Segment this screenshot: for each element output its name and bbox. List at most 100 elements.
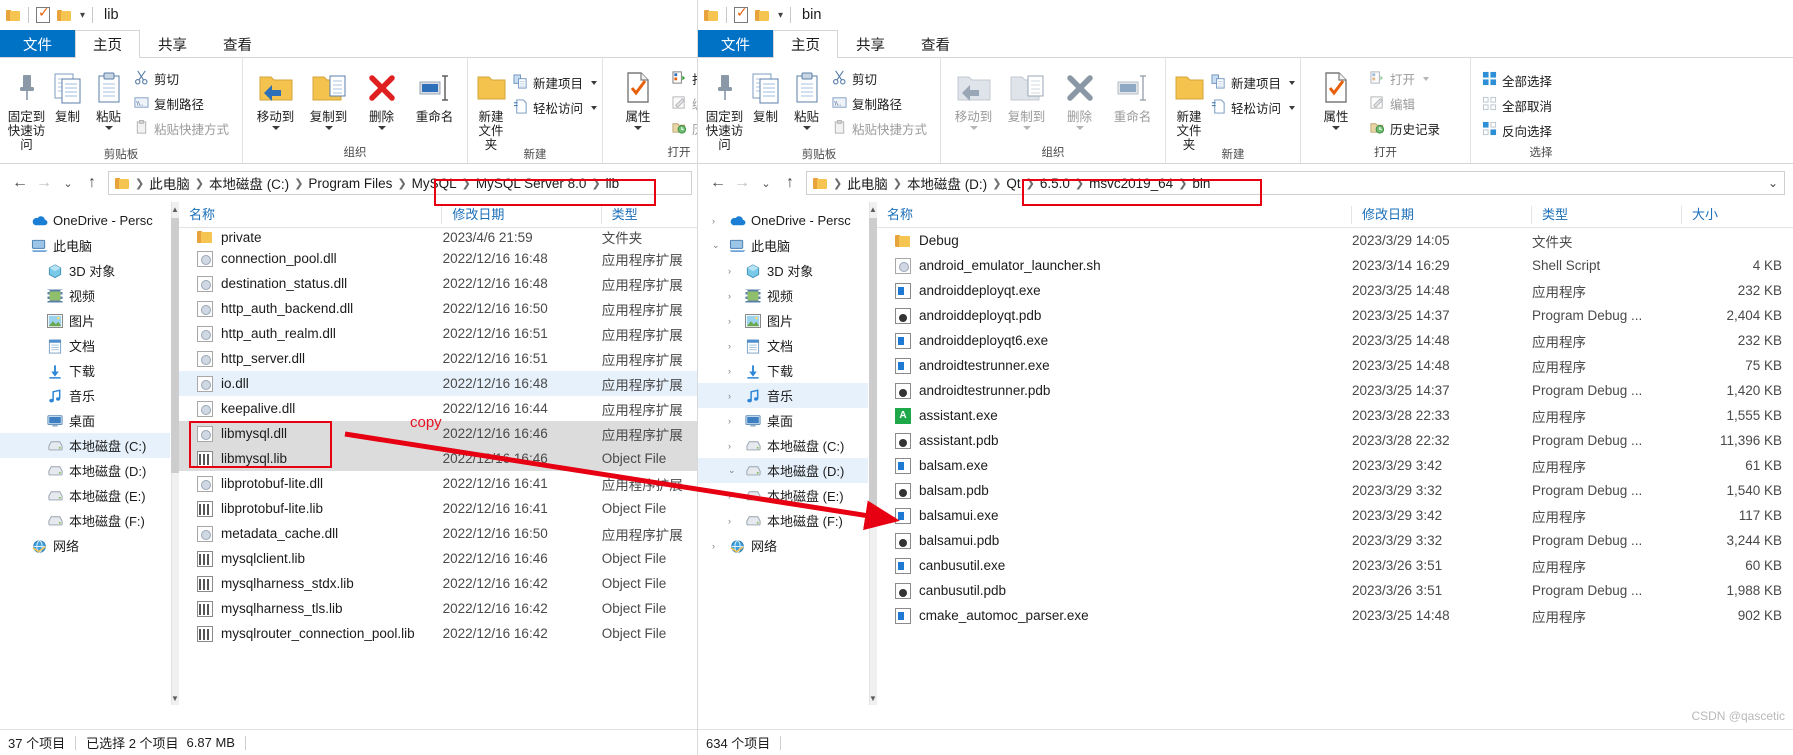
select-all-button[interactable]: 全部选择 <box>1479 68 1555 93</box>
new-folder-quick-icon[interactable] <box>755 9 770 22</box>
new-item-caret[interactable] <box>591 80 598 85</box>
crumb-3[interactable]: 6.5.0 <box>1040 176 1070 191</box>
rename-button[interactable]: 重命名 <box>408 64 461 124</box>
table-row[interactable]: balsam.pdb 2023/3/29 3:32 Program Debug ..… <box>877 478 1793 503</box>
table-row[interactable]: mysqlharness_tls.lib 2022/12/16 16:42 Obje… <box>179 596 700 621</box>
nav-item[interactable]: › 3D 对象 <box>698 258 868 283</box>
cut-button[interactable]: 剪切 <box>829 66 930 91</box>
navigation-pane-left[interactable]: OneDrive - Persc 此电脑 3D 对象 视频 图片 文档 下载 音乐 桌面 本地磁盘… <box>0 202 170 705</box>
tab-view[interactable]: 查看 <box>903 30 968 57</box>
chevron-right-icon[interactable]: ⌄ <box>728 465 738 476</box>
nav-item[interactable]: › 下载 <box>698 358 868 383</box>
table-row[interactable]: metadata_cache.dll 2022/12/16 16:50 应用程序扩展 <box>179 521 700 546</box>
nav-item[interactable]: › OneDrive - Persc <box>698 208 868 233</box>
table-row[interactable]: androidtestrunner.exe 2023/3/25 14:48 应用程序… <box>877 353 1793 378</box>
properties-caret[interactable] <box>634 126 642 130</box>
paste-shortcut-button[interactable]: 粘贴快捷方式 <box>829 116 930 141</box>
properties-quick-icon[interactable]: ✓ <box>36 4 50 23</box>
table-row[interactable]: androidtestrunner.pdb 2023/3/25 14:37 Prog… <box>877 378 1793 403</box>
table-row[interactable]: http_server.dll 2022/12/16 16:51 应用程序扩展 <box>179 346 700 371</box>
table-row[interactable]: Debug 2023/3/29 14:05 文件夹 <box>877 228 1793 253</box>
easy-access-caret[interactable] <box>591 105 598 110</box>
easy-access-button[interactable]: 轻松访问 <box>1208 95 1298 120</box>
table-row[interactable]: androiddeployqt.exe 2023/3/25 14:48 应用程序 23… <box>877 278 1793 303</box>
table-row[interactable]: androiddeployqt6.exe 2023/3/25 14:48 应用程序 2… <box>877 328 1793 353</box>
easy-access-button[interactable]: 轻松访问 <box>510 95 600 120</box>
history-button[interactable]: 历史记录 <box>669 116 700 141</box>
edit-button[interactable]: 编辑 <box>1367 91 1443 116</box>
nav-scrollbar-left[interactable]: ▲ ▼ <box>170 202 179 705</box>
pin-to-quick-access-button[interactable]: 固定到 快速访问 <box>6 64 47 152</box>
invert-selection-button[interactable]: 反向选择 <box>1479 118 1555 143</box>
forward-button[interactable]: → <box>32 171 56 195</box>
delete-button[interactable]: 删除 <box>355 64 408 130</box>
nav-item[interactable]: › 视频 <box>698 283 868 308</box>
open-with-button[interactable]: 打开 <box>669 66 700 91</box>
navigation-pane-right[interactable]: › OneDrive - Persc ⌄ 此电脑 › 3D 对象 › 视频 › 图片 › 文档 › 下载 ›… <box>698 202 868 705</box>
column-header-type[interactable]: 类型 <box>1532 205 1682 224</box>
nav-item[interactable]: ⌄ 此电脑 <box>698 233 868 258</box>
tab-view[interactable]: 查看 <box>205 30 270 57</box>
copy-button[interactable]: 复制 <box>745 64 786 124</box>
move-to-button[interactable]: 移动到 <box>947 64 1000 130</box>
scroll-thumb[interactable] <box>869 218 877 518</box>
properties-caret[interactable] <box>1332 126 1340 130</box>
chevron-right-icon[interactable]: › <box>728 316 738 326</box>
address-input[interactable]: ❯ 此电脑 ❯ 本地磁盘 (D:) ❯ Qt ❯ 6.5.0 ❯ msvc201… <box>806 171 1785 195</box>
tab-home[interactable]: 主页 <box>773 30 838 58</box>
new-item-caret[interactable] <box>1289 80 1296 85</box>
copy-button[interactable]: 复制 <box>47 64 88 124</box>
rename-button[interactable]: 重命名 <box>1106 64 1159 124</box>
table-row[interactable]: http_auth_backend.dll 2022/12/16 16:50 应用程… <box>179 296 700 321</box>
nav-item[interactable]: 下载 <box>0 358 170 383</box>
column-header-type[interactable]: 类型 <box>602 206 700 224</box>
chevron-right-icon[interactable]: › <box>712 541 722 551</box>
move-to-button[interactable]: 移动到 <box>249 64 302 130</box>
new-folder-button[interactable]: 新建 文件夹 <box>474 64 508 152</box>
table-row[interactable]: mysqlrouter_connection_pool.lib 2022/12/1… <box>179 621 700 646</box>
nav-item[interactable]: 音乐 <box>0 383 170 408</box>
address-input[interactable]: ❯ 此电脑 ❯ 本地磁盘 (C:) ❯ Program Files ❯ MySQ… <box>108 171 692 195</box>
open-with-button[interactable]: 打开 <box>1367 66 1443 91</box>
nav-item[interactable]: › 音乐 <box>698 383 868 408</box>
copy-to-caret[interactable] <box>324 126 333 130</box>
table-row[interactable]: connection_pool.dll 2022/12/16 16:48 应用程序扩… <box>179 246 700 271</box>
crumb-0[interactable]: 此电脑 <box>149 173 190 193</box>
new-folder-quick-icon[interactable] <box>57 9 72 22</box>
chevron-right-icon[interactable]: ⌄ <box>712 240 722 251</box>
tab-home[interactable]: 主页 <box>75 30 140 58</box>
address-dropdown-icon[interactable]: ⌄ <box>1768 176 1778 190</box>
crumb-3[interactable]: MySQL <box>412 176 457 191</box>
properties-quick-icon[interactable]: ✓ <box>734 4 748 23</box>
table-row[interactable]: android_emulator_launcher.sh 2023/3/14 16… <box>877 253 1793 278</box>
scroll-up-arrow[interactable]: ▲ <box>869 202 877 216</box>
table-row[interactable]: canbusutil.exe 2023/3/26 3:51 应用程序 60 KB <box>877 553 1793 578</box>
nav-item[interactable]: › 图片 <box>698 308 868 333</box>
delete-caret[interactable] <box>1075 126 1084 130</box>
chevron-right-icon[interactable]: › <box>728 516 738 526</box>
table-row[interactable]: mysqlclient.lib 2022/12/16 16:46 Object Fi… <box>179 546 700 571</box>
column-header-name[interactable]: 名称 <box>179 205 443 224</box>
new-item-button[interactable]: 新建项目 <box>1208 70 1298 95</box>
paste-shortcut-button[interactable]: 粘贴快捷方式 <box>131 116 232 141</box>
nav-item[interactable]: 网络 <box>0 533 170 558</box>
properties-button[interactable]: 属性 <box>609 64 667 130</box>
nav-scrollbar-right[interactable]: ▲ ▼ <box>868 202 877 705</box>
table-row[interactable]: balsamui.exe 2023/3/29 3:42 应用程序 117 KB <box>877 503 1793 528</box>
chevron-right-icon[interactable]: › <box>712 216 722 226</box>
table-row[interactable]: private 2023/4/6 21:59 文件夹 <box>179 228 700 246</box>
new-folder-button[interactable]: 新建 文件夹 <box>1172 64 1206 152</box>
crumb-2[interactable]: Qt <box>1006 176 1020 191</box>
select-none-button[interactable]: 全部取消 <box>1479 93 1555 118</box>
chevron-right-icon[interactable]: › <box>728 416 738 426</box>
delete-button[interactable]: 删除 <box>1053 64 1106 130</box>
table-row[interactable]: libprotobuf-lite.dll 2022/12/16 16:41 应用程序… <box>179 471 700 496</box>
table-row[interactable]: destination_status.dll 2022/12/16 16:48 应用… <box>179 271 700 296</box>
paste-button[interactable]: 粘贴 <box>88 64 129 130</box>
table-row[interactable]: balsam.exe 2023/3/29 3:42 应用程序 61 KB <box>877 453 1793 478</box>
column-header-date[interactable]: 修改日期 <box>1352 205 1532 224</box>
paste-button[interactable]: 粘贴 <box>786 64 827 130</box>
nav-item[interactable]: OneDrive - Persc <box>0 208 170 233</box>
table-row[interactable]: mysqlharness_stdx.lib 2022/12/16 16:42 Obj… <box>179 571 700 596</box>
tab-file[interactable]: 文件 <box>698 30 773 57</box>
